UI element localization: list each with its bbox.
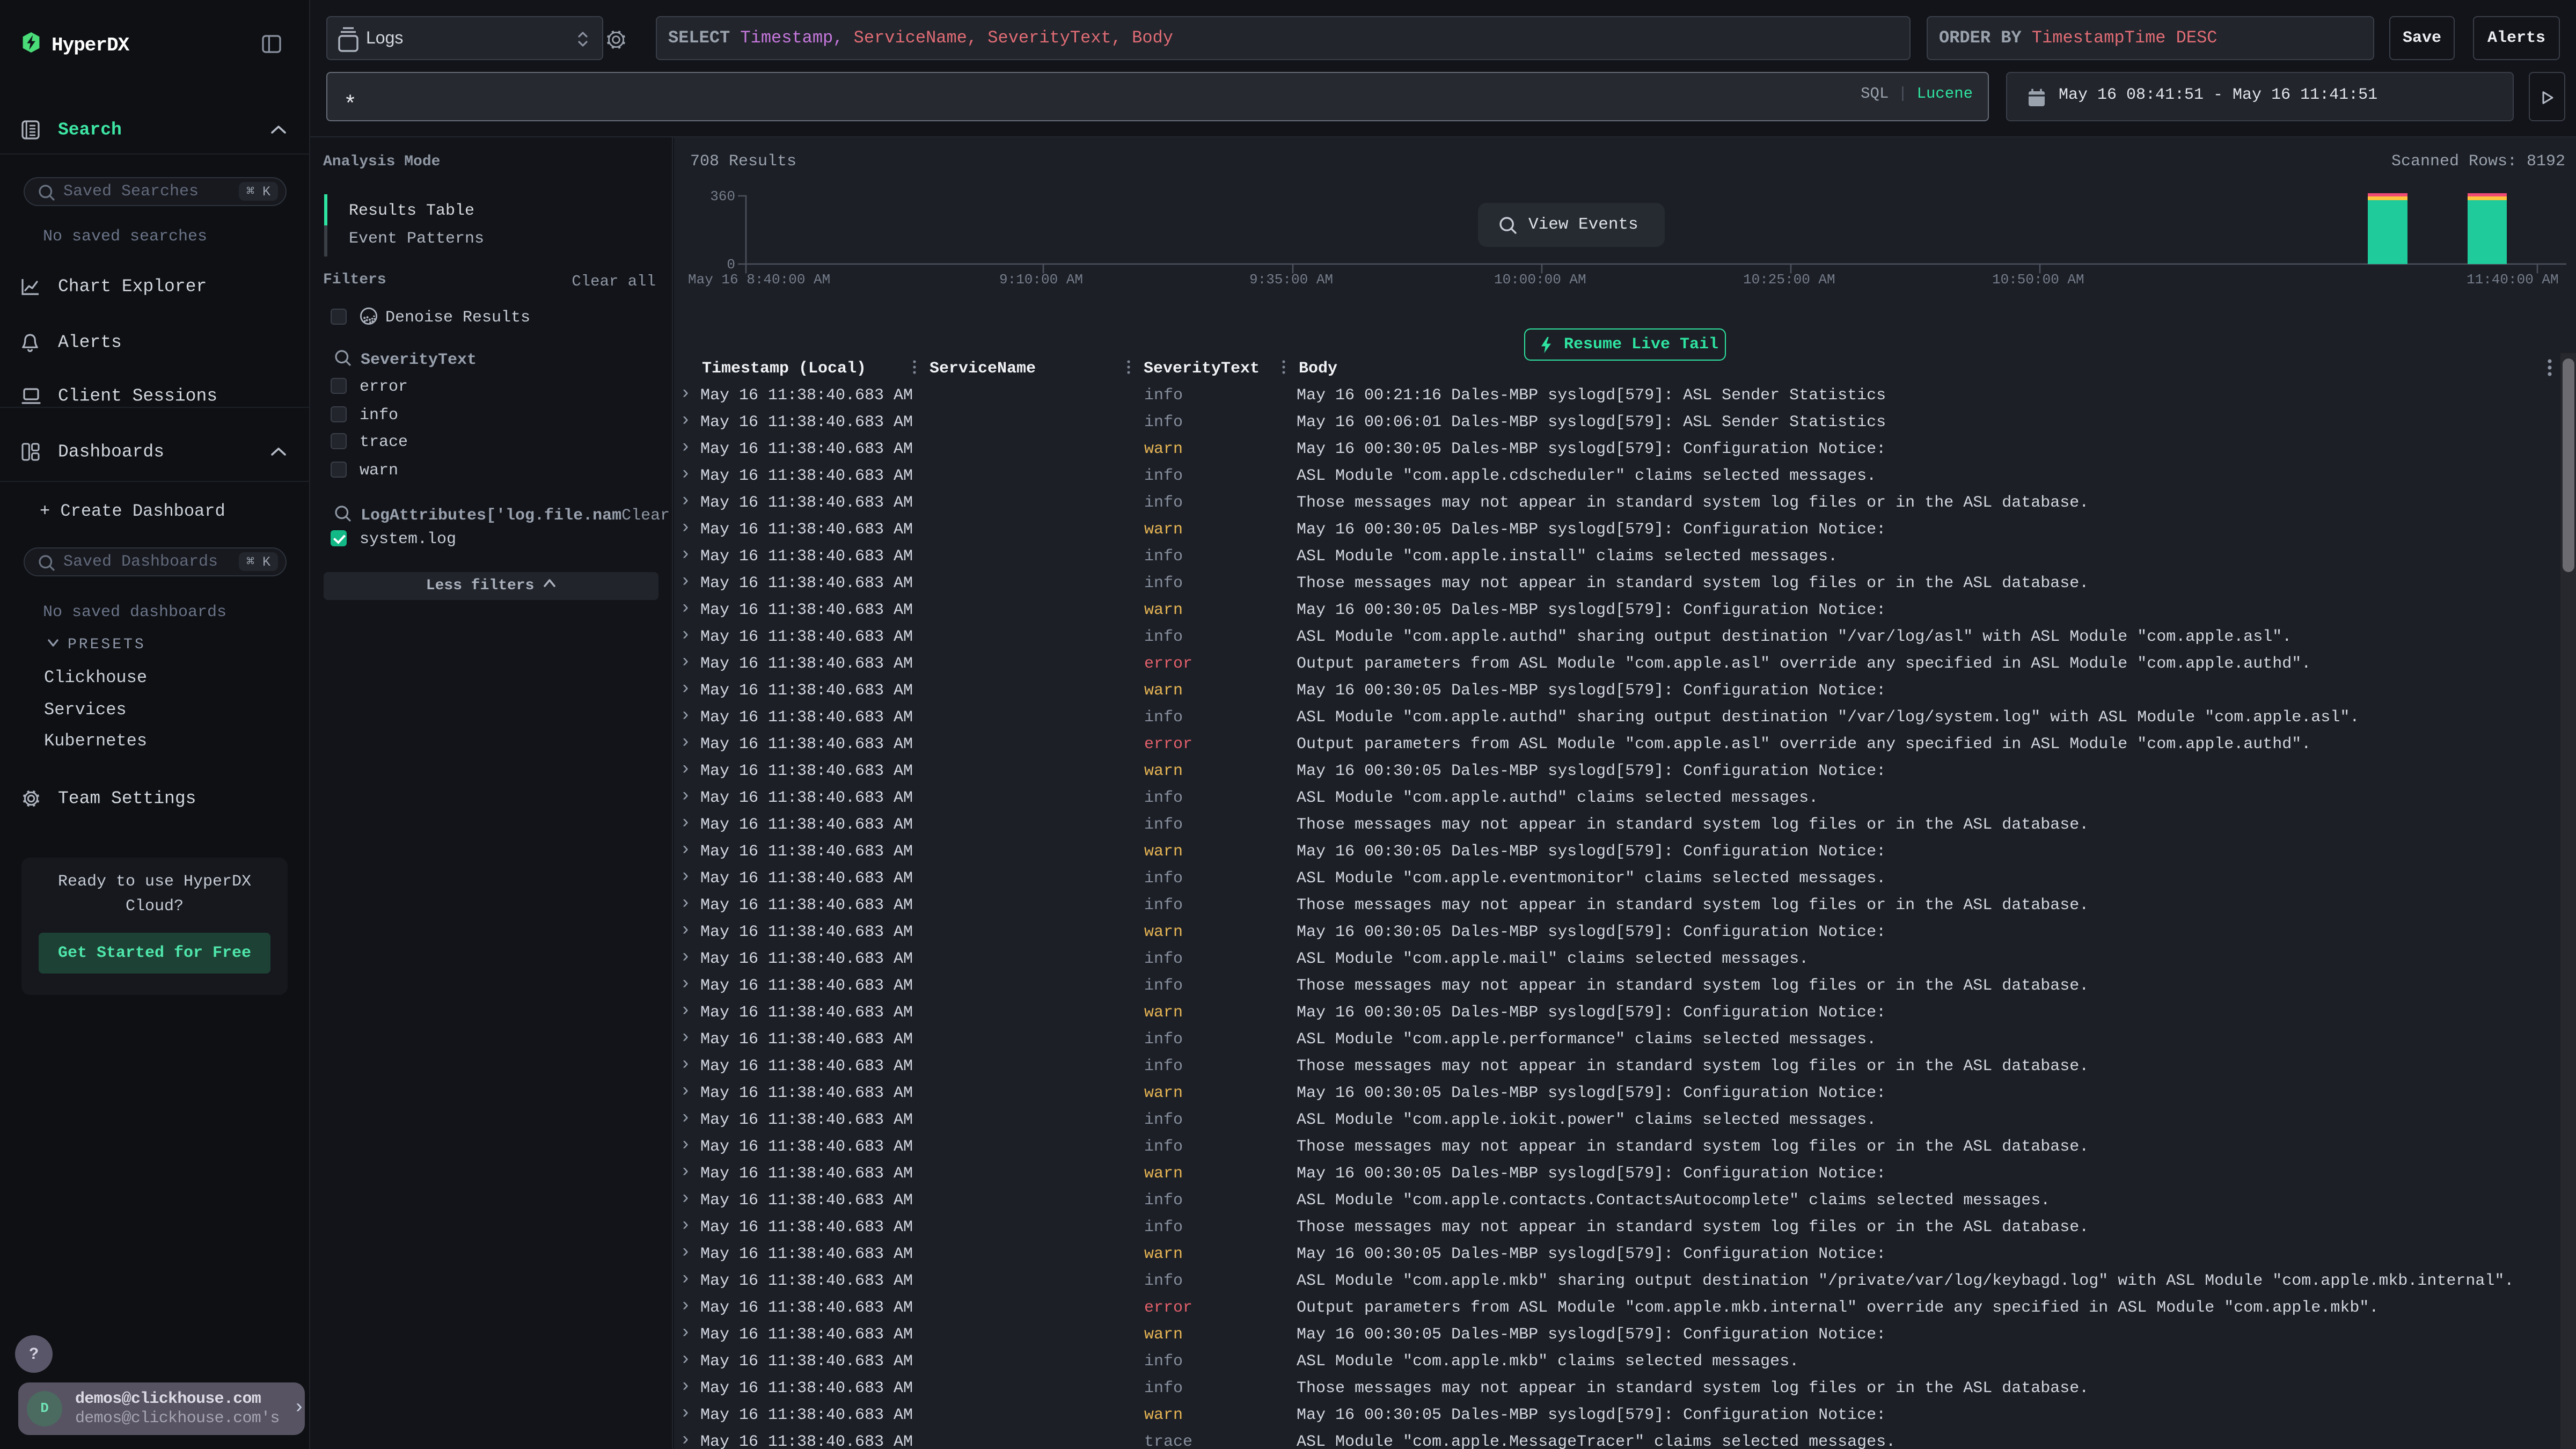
svg-text:0: 0: [727, 257, 735, 273]
svg-text:360: 360: [710, 188, 735, 204]
